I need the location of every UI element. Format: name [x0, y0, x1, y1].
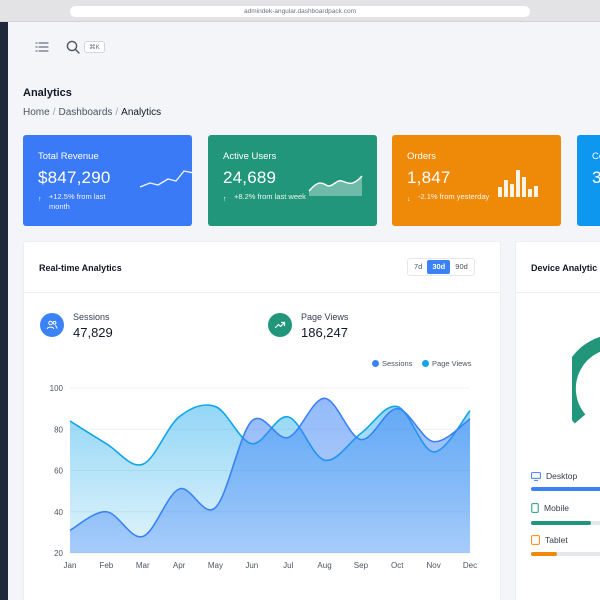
stat-card-orders[interactable]: Orders 1,847 ↓ -2.1% from yesterday — [392, 135, 561, 226]
device-donut-chart — [572, 337, 600, 424]
arrow-down-icon: ↓ — [407, 196, 411, 203]
device-row-desktop: Desktop — [531, 471, 577, 481]
stat-label: Total Revenue — [38, 151, 99, 162]
stat-change: +12.5% from last month — [49, 192, 106, 211]
stat-change: +8.2% from last week — [234, 192, 306, 201]
breadcrumb-current: Analytics — [121, 107, 162, 118]
sparkline-bars — [498, 170, 538, 197]
x-tick-label: Sep — [354, 561, 369, 570]
y-tick-label: 20 — [54, 549, 63, 558]
device-bar-mobile — [531, 521, 600, 525]
x-tick-label: Nov — [427, 561, 441, 570]
realtime-analytics-card: Real-time Analytics 7d 30d 90d Sessions … — [23, 241, 502, 600]
y-tick-label: 60 — [54, 467, 63, 476]
y-tick-label: 40 — [54, 508, 63, 517]
device-bar-tablet — [531, 552, 600, 556]
x-tick-label: Aug — [317, 561, 331, 570]
card-title: Device Analytic — [531, 263, 598, 273]
device-row-tablet: Tablet — [531, 535, 568, 545]
stat-value: $847,290 — [38, 168, 111, 187]
stat-label: Orders — [407, 151, 437, 162]
tablet-icon — [531, 535, 540, 545]
stat-value: 1,847 — [407, 168, 451, 187]
arrow-up-icon: ↑ — [223, 196, 227, 203]
monitor-icon — [531, 471, 541, 481]
device-bar-fill — [531, 487, 600, 491]
x-tick-label: Oct — [391, 561, 404, 570]
stat-change: -2.1% from yesterday — [418, 192, 490, 201]
browser-chrome: admindek-angular.dashboardpack.com — [0, 0, 600, 22]
search-icon[interactable] — [65, 39, 81, 55]
menu-toggle-icon[interactable] — [34, 39, 50, 55]
topbar: ⌘K — [8, 22, 600, 72]
app-window: ⌘K Analytics Home / Dashboards / Analytics T… — [8, 22, 600, 600]
area-chart: 20 40 60 80 100 Jan Feb Mar Apr May Jun Jul Aug Sep Oc… — [50, 384, 477, 570]
device-analytics-card: Device Analytic Desktop Mobile Tablet — [515, 241, 600, 600]
stat-value: 3 — [592, 168, 600, 187]
device-bar-fill — [531, 552, 558, 556]
x-tick-label: Feb — [99, 561, 113, 570]
sidebar-edge — [0, 22, 8, 600]
device-row-mobile: Mobile — [531, 503, 569, 513]
search-shortcut-badge: ⌘K — [84, 41, 105, 53]
breadcrumb-dashboards[interactable]: Dashboards — [58, 107, 112, 118]
x-tick-label: Jan — [64, 561, 77, 570]
x-tick-label: May — [208, 561, 223, 570]
stat-label: Active Users — [223, 151, 277, 162]
x-tick-label: Jun — [245, 561, 258, 570]
address-bar[interactable]: admindek-angular.dashboardpack.com — [70, 6, 530, 17]
sparkline-area — [308, 175, 363, 196]
y-tick-label: 100 — [50, 384, 64, 393]
x-tick-label: Dec — [463, 561, 477, 570]
breadcrumb-home[interactable]: Home — [23, 107, 50, 118]
x-tick-label: Mar — [136, 561, 150, 570]
device-bar-fill — [531, 521, 591, 525]
stat-card-users[interactable]: Active Users 24,689 ↑ +8.2% from last we… — [208, 135, 377, 226]
page-title: Analytics — [23, 87, 72, 99]
device-label: Mobile — [544, 503, 570, 513]
device-bar-desktop — [531, 487, 600, 491]
stat-card-conversion[interactable]: Co 3 — [577, 135, 600, 226]
stat-value: 24,689 — [223, 168, 277, 187]
x-tick-label: Apr — [173, 561, 186, 570]
stat-label: Co — [592, 151, 600, 162]
y-tick-label: 80 — [54, 425, 63, 434]
arrow-up-icon: ↑ — [38, 196, 42, 203]
smartphone-icon — [531, 503, 539, 513]
x-tick-label: Jul — [283, 561, 293, 570]
stat-card-revenue[interactable]: Total Revenue $847,290 ↑ +12.5% from las… — [23, 135, 192, 226]
device-label: Desktop — [546, 471, 578, 481]
device-label: Tablet — [545, 535, 568, 545]
breadcrumb: Home / Dashboards / Analytics — [23, 107, 162, 118]
card-divider — [516, 292, 600, 293]
sparkline-line — [139, 170, 192, 188]
